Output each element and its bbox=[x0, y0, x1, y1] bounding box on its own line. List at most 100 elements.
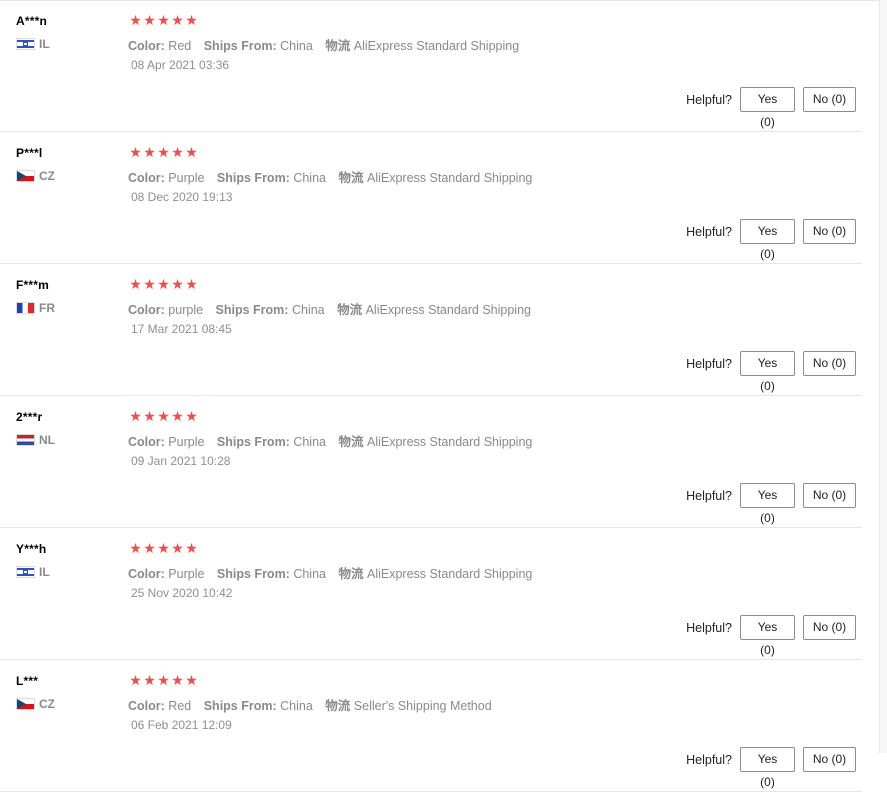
country-flag-icon bbox=[16, 434, 35, 446]
star-icon: ★ bbox=[171, 13, 184, 29]
prop-color: Color: Purple bbox=[128, 171, 204, 185]
review-properties: Color: Purple Ships From: China 物流 AliEx… bbox=[128, 431, 541, 450]
buyer-country: IL bbox=[16, 37, 50, 51]
prop-color-key: Color: bbox=[128, 435, 165, 449]
country-flag-icon bbox=[16, 566, 35, 578]
star-icon: ★ bbox=[171, 409, 184, 425]
country-flag-icon bbox=[16, 170, 35, 182]
country-code: NL bbox=[39, 433, 55, 447]
prop-color-key: Color: bbox=[128, 303, 165, 317]
prop-ships-from-key: Ships From: bbox=[203, 699, 277, 713]
prop-logistics-value: AliExpress Standard Shipping bbox=[366, 171, 533, 185]
star-icon: ★ bbox=[143, 145, 156, 161]
prop-color-value: Purple bbox=[168, 567, 205, 581]
prop-ships-from: Ships From: China bbox=[217, 435, 326, 449]
helpful-no-button[interactable]: No (0) bbox=[803, 351, 856, 376]
helpful-no-button[interactable]: No (0) bbox=[803, 87, 856, 112]
prop-color: Color: Purple bbox=[128, 435, 204, 449]
helpful-no-button[interactable]: No (0) bbox=[803, 483, 856, 508]
prop-logistics: 物流 AliExpress Standard Shipping bbox=[338, 435, 532, 449]
helpful-yes-button[interactable]: Yes (0) bbox=[740, 483, 795, 525]
star-icon: ★ bbox=[185, 541, 198, 557]
helpful-no-button[interactable]: No (0) bbox=[803, 219, 856, 244]
helpful-yes-button[interactable]: Yes (0) bbox=[740, 615, 795, 657]
buyer-name: F***m bbox=[16, 278, 50, 292]
prop-ships-from-value: China bbox=[280, 699, 313, 713]
star-rating: ★ ★ ★ ★ ★ bbox=[129, 146, 198, 160]
star-icon: ★ bbox=[157, 541, 170, 557]
prop-ships-from: Ships From: China bbox=[217, 567, 326, 581]
prop-color-key: Color: bbox=[128, 699, 165, 713]
helpful-yes-button[interactable]: Yes (0) bbox=[740, 87, 795, 129]
prop-ships-from-key: Ships From: bbox=[216, 435, 290, 449]
star-rating: ★ ★ ★ ★ ★ bbox=[129, 410, 198, 424]
star-icon: ★ bbox=[171, 145, 184, 161]
helpful-vote: Helpful? Yes (0) No (0) bbox=[686, 219, 856, 261]
helpful-label: Helpful? bbox=[686, 752, 732, 767]
star-icon: ★ bbox=[143, 409, 156, 425]
star-icon: ★ bbox=[171, 541, 184, 557]
prop-color: Color: Red bbox=[128, 699, 191, 713]
prop-color-value: Purple bbox=[168, 435, 205, 449]
prop-ships-from-value: China bbox=[291, 303, 325, 317]
prop-color-key: Color: bbox=[128, 171, 165, 185]
helpful-yes-button[interactable]: Yes (0) bbox=[740, 747, 795, 789]
prop-ships-from-value: China bbox=[293, 171, 326, 185]
prop-ships-from: Ships From: China bbox=[217, 171, 326, 185]
review-date: 17 Mar 2021 08:45 bbox=[131, 322, 232, 336]
prop-ships-from-key: Ships From: bbox=[216, 171, 290, 185]
review-properties: Color: Purple Ships From: China 物流 AliEx… bbox=[128, 167, 541, 186]
prop-ships-from-key: Ships From: bbox=[203, 39, 277, 53]
prop-logistics-value: Seller's Shipping Method bbox=[353, 699, 492, 713]
prop-logistics-value: AliExpress Standard Shipping bbox=[366, 567, 533, 581]
star-icon: ★ bbox=[143, 541, 156, 557]
star-icon: ★ bbox=[157, 277, 170, 293]
country-code: IL bbox=[39, 37, 50, 51]
review-item-4: 2***r NL ★ ★ ★ ★ ★ Color: Purple Ships From:… bbox=[0, 396, 862, 528]
prop-logistics: 物流 AliExpress Standard Shipping bbox=[325, 39, 519, 53]
prop-ships-from: Ships From: China bbox=[204, 39, 313, 53]
star-icon: ★ bbox=[157, 145, 170, 161]
helpful-label: Helpful? bbox=[686, 488, 732, 503]
prop-color-value: Red bbox=[168, 699, 192, 713]
review-item-2: P***l CZ ★ ★ ★ ★ ★ Color: Purple Ships From:… bbox=[0, 132, 862, 264]
country-code: IL bbox=[39, 565, 50, 579]
star-icon: ★ bbox=[171, 277, 184, 293]
review-item-1: A***n IL ★ ★ ★ ★ ★ Color: Red Ships From: Ch… bbox=[0, 0, 862, 132]
helpful-vote: Helpful? Yes (0) No (0) bbox=[686, 747, 856, 789]
review-properties: Color: Purple Ships From: China 物流 AliEx… bbox=[128, 563, 541, 582]
prop-color-key: Color: bbox=[128, 567, 165, 581]
helpful-yes-button[interactable]: Yes (0) bbox=[740, 219, 795, 261]
helpful-yes-button[interactable]: Yes (0) bbox=[740, 351, 795, 393]
star-icon: ★ bbox=[185, 277, 198, 293]
helpful-label: Helpful? bbox=[686, 620, 732, 635]
prop-color: Color: Red bbox=[128, 39, 191, 53]
prop-logistics-key: 物流 bbox=[325, 699, 351, 713]
helpful-label: Helpful? bbox=[686, 224, 732, 239]
helpful-label: Helpful? bbox=[686, 356, 732, 371]
prop-color-value: purple bbox=[168, 303, 204, 317]
buyer-name: Y***h bbox=[16, 542, 47, 556]
country-flag-icon bbox=[16, 302, 35, 314]
buyer-country: IL bbox=[16, 565, 50, 579]
prop-ships-from: Ships From: China bbox=[216, 303, 325, 317]
review-item-5: Y***h IL ★ ★ ★ ★ ★ Color: Purple Ships From:… bbox=[0, 528, 862, 660]
helpful-no-button[interactable]: No (0) bbox=[803, 615, 856, 640]
prop-logistics-key: 物流 bbox=[338, 567, 364, 581]
prop-logistics: 物流 AliExpress Standard Shipping bbox=[338, 171, 532, 185]
country-flag-icon bbox=[16, 38, 35, 50]
prop-ships-from-key: Ships From: bbox=[215, 303, 289, 317]
helpful-vote: Helpful? Yes (0) No (0) bbox=[686, 351, 856, 393]
prop-color: Color: purple bbox=[128, 303, 203, 317]
prop-logistics: 物流 AliExpress Standard Shipping bbox=[337, 303, 531, 317]
helpful-vote: Helpful? Yes (0) No (0) bbox=[686, 615, 856, 657]
star-icon: ★ bbox=[143, 13, 156, 29]
page-scrollbar[interactable] bbox=[879, 0, 887, 753]
star-icon: ★ bbox=[129, 13, 142, 29]
prop-color-key: Color: bbox=[128, 39, 165, 53]
star-icon: ★ bbox=[143, 277, 156, 293]
country-code: FR bbox=[39, 301, 55, 315]
star-icon: ★ bbox=[129, 277, 142, 293]
review-date: 09 Jan 2021 10:28 bbox=[131, 454, 231, 468]
helpful-no-button[interactable]: No (0) bbox=[803, 747, 856, 772]
